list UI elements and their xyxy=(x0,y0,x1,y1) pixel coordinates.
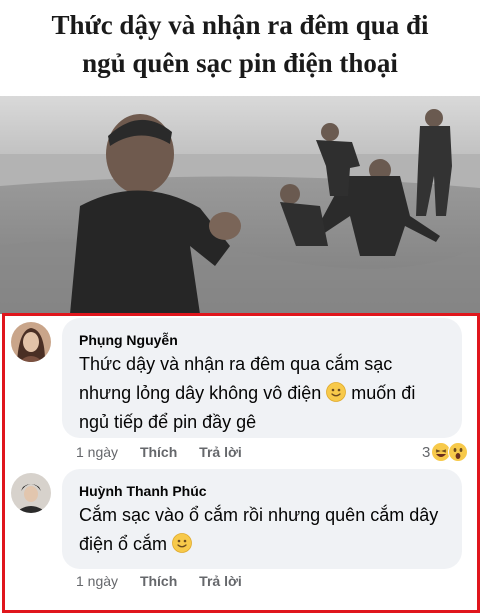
reply-button[interactable]: Trả lời xyxy=(199,444,242,460)
meme-photo xyxy=(0,96,480,314)
meme-caption: Thức dậy và nhận ra đêm qua đi ngủ quên … xyxy=(0,6,480,82)
comment-time[interactable]: 1 ngày xyxy=(76,444,118,460)
meme-image: Thức dậy và nhận ra đêm qua đi ngủ quên … xyxy=(0,0,480,314)
caption-line-1: Thức dậy và nhận ra đêm qua đi xyxy=(51,10,429,40)
avatar[interactable] xyxy=(11,473,51,513)
like-button[interactable]: Thích xyxy=(140,444,177,460)
comment-text-part-1: Cắm sạc vào ổ cắm rồi nhưng quên cắm dây… xyxy=(79,505,439,554)
comment-author[interactable]: Phụng Nguyễn xyxy=(79,332,178,348)
comment-actions: 1 ngày Thích Trả lời xyxy=(76,573,260,589)
comment-text: Thức dậy và nhận ra đêm qua cắm sạc nhưn… xyxy=(79,350,439,437)
comment-text-part-1: Thức dậy và nhận ra đêm qua cắm sạc nhưn… xyxy=(79,354,393,403)
comment-bubble: Phụng Nguyễn Thức dậy và nhận ra đêm qua… xyxy=(62,318,462,438)
reaction-count: 3 xyxy=(422,443,431,461)
caption-line-2: ngủ quên sạc pin điện thoại xyxy=(82,48,398,78)
avatar[interactable] xyxy=(11,322,51,362)
slightly-smiling-face-icon xyxy=(326,382,347,402)
comment-author[interactable]: Huỳnh Thanh Phúc xyxy=(79,483,207,499)
comment-text: Cắm sạc vào ổ cắm rồi nhưng quên cắm dây… xyxy=(79,501,449,559)
like-button[interactable]: Thích xyxy=(140,573,177,589)
wow-reaction-icon xyxy=(448,442,469,462)
slightly-smiling-face-icon xyxy=(172,533,192,553)
comment-actions: 1 ngày Thích Trả lời xyxy=(76,444,260,460)
comment-time[interactable]: 1 ngày xyxy=(76,573,118,589)
reactions-summary[interactable]: 3 xyxy=(422,442,469,462)
comments-panel: Phụng Nguyễn Thức dậy và nhận ra đêm qua… xyxy=(2,313,480,613)
reply-button[interactable]: Trả lời xyxy=(199,573,242,589)
comment-bubble: Huỳnh Thanh Phúc Cắm sạc vào ổ cắm rồi n… xyxy=(62,469,462,569)
